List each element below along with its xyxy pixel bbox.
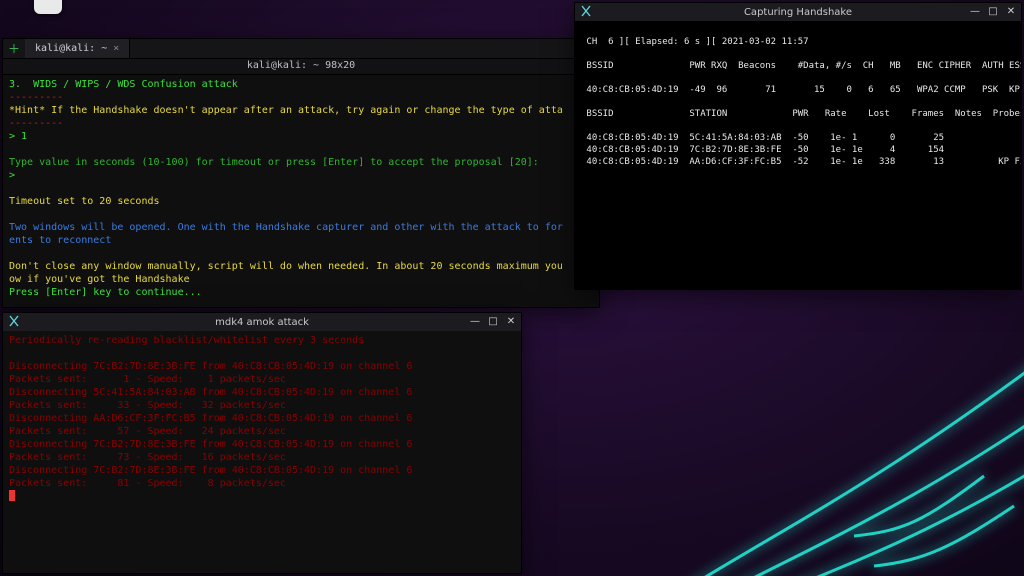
- terminal-line: Don't close any window manually, script …: [9, 260, 593, 286]
- mdk4-titlebar[interactable]: mdk4 amok attack — □ ✕: [3, 313, 521, 331]
- main-terminal-window[interactable]: ＋ kali@kali: ~ × kali@kali: ~ 98x20 3. W…: [2, 38, 600, 308]
- terminal-subtitle: kali@kali: ~ 98x20: [3, 59, 599, 75]
- terminal-line: > 1: [9, 130, 593, 143]
- terminal-line: [581, 96, 1015, 108]
- tab-label: kali@kali: ~: [35, 43, 107, 54]
- terminal-line: ---------: [9, 117, 593, 130]
- terminal-logo-icon: [579, 4, 593, 18]
- handshake-title-text: Capturing Handshake: [744, 7, 852, 18]
- terminal-line: [581, 24, 1015, 36]
- terminal-line: [581, 72, 1015, 84]
- close-button[interactable]: ✕: [505, 316, 517, 328]
- terminal-line: Disconnecting 5C:41:5A:84:03:AB from 40:…: [9, 386, 515, 399]
- terminal-line: Type value in seconds (10-100) for timeo…: [9, 156, 593, 169]
- terminal-line: Two windows will be opened. One with the…: [9, 221, 593, 247]
- terminal-line: [9, 247, 593, 260]
- maximize-button[interactable]: □: [487, 316, 499, 328]
- tab-close-icon[interactable]: ×: [113, 43, 119, 54]
- tab-strip: ＋ kali@kali: ~ ×: [3, 39, 599, 59]
- terminal-line: [9, 143, 593, 156]
- mdk4-window[interactable]: mdk4 amok attack — □ ✕ Periodically re-r…: [2, 312, 522, 574]
- minimize-button[interactable]: —: [969, 6, 981, 18]
- terminal-line: CH 6 ][ Elapsed: 6 s ][ 2021-03-02 11:57: [581, 36, 1015, 48]
- cursor: [9, 490, 15, 501]
- main-terminal-body[interactable]: 3. WIDS / WIPS / WDS Confusion attack---…: [3, 75, 599, 307]
- terminal-line: Packets sent: 33 - Speed: 32 packets/sec: [9, 399, 515, 412]
- terminal-line: *Hint* If the Handshake doesn't appear a…: [9, 104, 593, 117]
- terminal-line: 40:C8:CB:05:4D:19 -49 96 71 15 0 6 65 WP…: [581, 84, 1015, 96]
- terminal-line: Timeout set to 20 seconds: [9, 195, 593, 208]
- terminal-line: Packets sent: 81 - Speed: 8 packets/sec: [9, 477, 515, 490]
- terminal-line: 40:C8:CB:05:4D:19 5C:41:5A:84:03:AB -50 …: [581, 132, 1015, 144]
- minimize-button[interactable]: —: [469, 316, 481, 328]
- mdk4-terminal-body[interactable]: Periodically re-reading blacklist/whitel…: [3, 331, 521, 573]
- terminal-line: Packets sent: 57 - Speed: 24 packets/sec: [9, 425, 515, 438]
- terminal-line: ---------: [9, 91, 593, 104]
- terminal-line: [9, 208, 593, 221]
- terminal-line: Disconnecting 7C:B2:7D:8E:3B:FE from 40:…: [9, 360, 515, 373]
- terminal-line: >: [9, 169, 593, 182]
- terminal-line: [581, 48, 1015, 60]
- terminal-line: BSSID STATION PWR Rate Lost Frames Notes…: [581, 108, 1015, 120]
- terminal-logo-icon: [7, 314, 21, 328]
- terminal-line: 40:C8:CB:05:4D:19 AA:D6:CF:3F:FC:B5 -52 …: [581, 156, 1015, 168]
- terminal-line: Disconnecting 7C:B2:7D:8E:3B:FE from 40:…: [9, 464, 515, 477]
- terminal-line: [9, 182, 593, 195]
- mdk4-title-text: mdk4 amok attack: [215, 317, 309, 328]
- terminal-line: Periodically re-reading blacklist/whitel…: [9, 334, 515, 347]
- terminal-line: Packets sent: 1 - Speed: 1 packets/sec: [9, 373, 515, 386]
- terminal-line: Disconnecting AA:D6:CF:3F:FC:B5 from 40:…: [9, 412, 515, 425]
- new-tab-button[interactable]: ＋: [3, 39, 25, 58]
- tab-main[interactable]: kali@kali: ~ ×: [25, 39, 130, 58]
- terminal-line: [581, 120, 1015, 132]
- terminal-line: Packets sent: 73 - Speed: 16 packets/sec: [9, 451, 515, 464]
- handshake-terminal-body[interactable]: CH 6 ][ Elapsed: 6 s ][ 2021-03-02 11:57…: [575, 21, 1021, 289]
- wallpaper-swoosh: [604, 276, 1024, 576]
- maximize-button[interactable]: □: [987, 6, 999, 18]
- plus-icon: ＋: [8, 40, 20, 57]
- terminal-line: 3. WIDS / WIPS / WDS Confusion attack: [9, 78, 593, 91]
- close-button[interactable]: ✕: [1005, 6, 1017, 18]
- terminal-line: Press [Enter] key to continue...: [9, 286, 593, 299]
- handshake-titlebar[interactable]: Capturing Handshake — □ ✕: [575, 3, 1021, 21]
- handshake-window[interactable]: Capturing Handshake — □ ✕ CH 6 ][ Elapse…: [574, 2, 1022, 290]
- terminal-line: Disconnecting 7C:B2:7D:8E:3B:FE from 40:…: [9, 438, 515, 451]
- terminal-line: BSSID PWR RXQ Beacons #Data, #/s CH MB E…: [581, 60, 1015, 72]
- terminal-line: [9, 347, 515, 360]
- panel-app-icon: [34, 0, 62, 14]
- terminal-line: 40:C8:CB:05:4D:19 7C:B2:7D:8E:3B:FE -50 …: [581, 144, 1015, 156]
